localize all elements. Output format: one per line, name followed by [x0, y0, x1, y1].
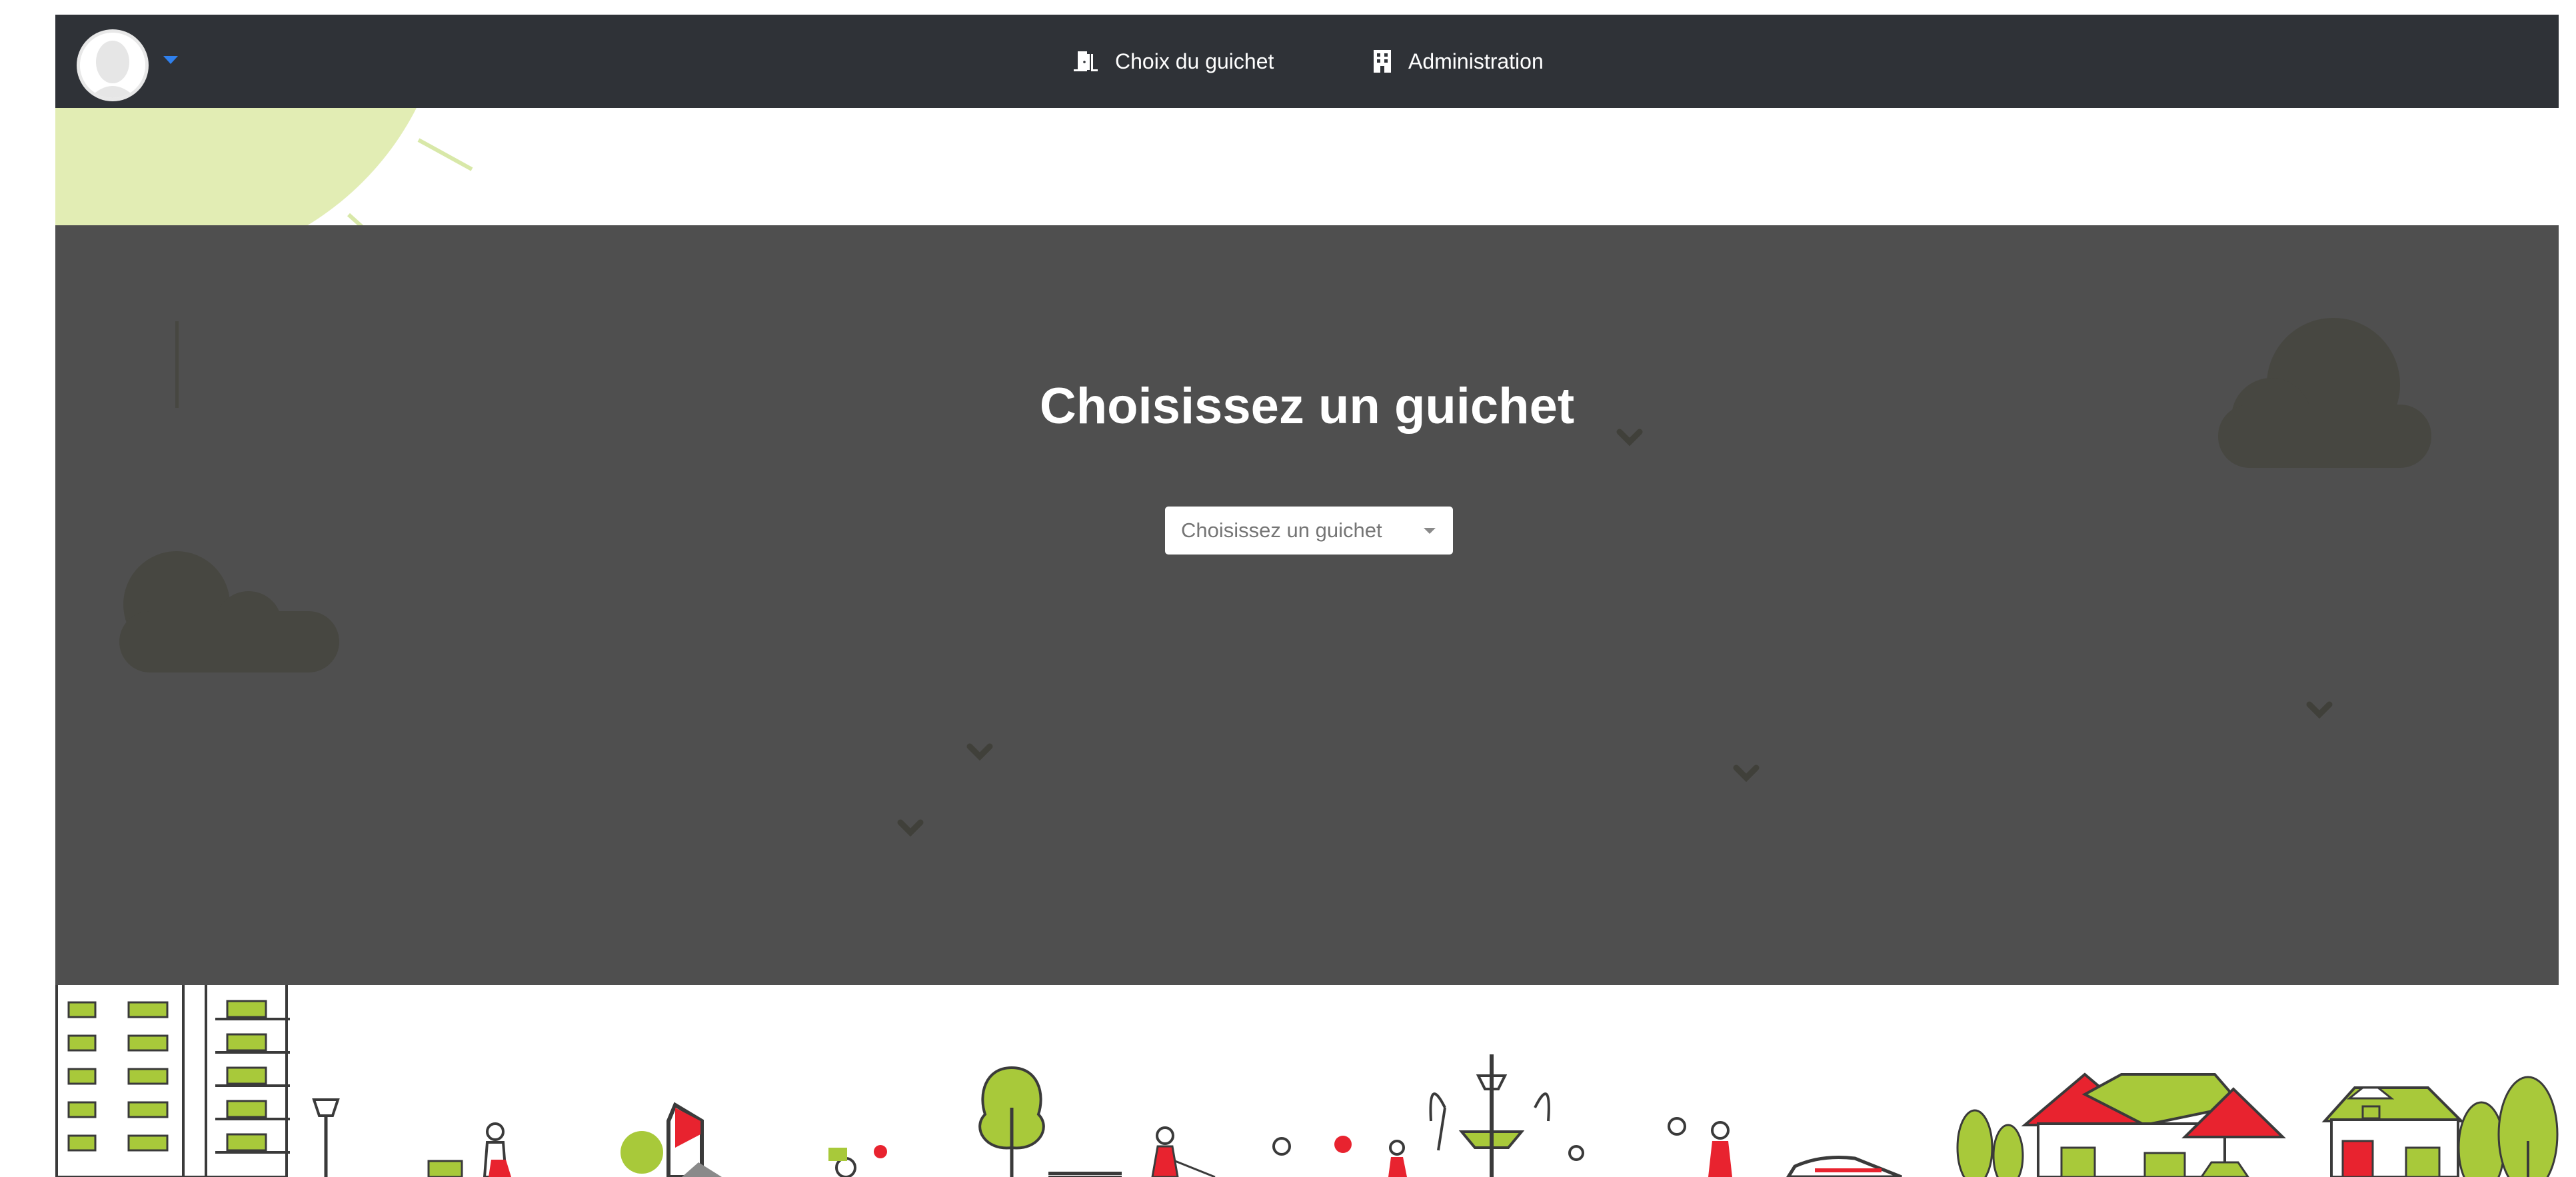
- nav-link-administration[interactable]: Administration: [1374, 15, 1544, 108]
- guichet-select[interactable]: Choisissez un guichet: [1165, 507, 1453, 555]
- page-stage: Choix du guichet Administration Choisiss…: [55, 15, 2559, 1177]
- nav-link-label: Administration: [1408, 49, 1544, 73]
- building-icon: [1374, 50, 1391, 73]
- nav-link-label: Choix du guichet: [1115, 49, 1274, 73]
- guichet-select-value: Choisissez un guichet: [1181, 519, 1382, 542]
- chevron-down-icon: [1424, 528, 1436, 534]
- hero-section: Choisissez un guichet Choisissez un guic…: [55, 225, 2559, 985]
- door-icon: [1074, 50, 1098, 73]
- user-avatar-icon[interactable]: [77, 29, 149, 101]
- user-menu-chevron-down-icon[interactable]: [163, 56, 178, 64]
- top-navbar: Choix du guichet Administration: [55, 15, 2559, 108]
- city-illustration: [55, 985, 2559, 1177]
- nav-link-choix-du-guichet[interactable]: Choix du guichet: [1074, 15, 1274, 108]
- page-title: Choisissez un guichet: [1039, 378, 1575, 435]
